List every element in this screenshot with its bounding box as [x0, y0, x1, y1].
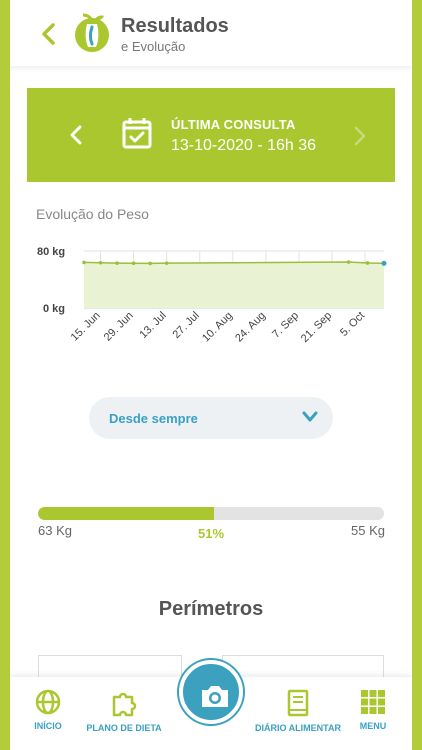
start-weight-label: 63 Kg	[38, 523, 72, 538]
camera-button[interactable]	[179, 660, 243, 724]
data-point	[346, 260, 351, 264]
weight-goal-progress-fill	[38, 507, 215, 520]
x-tick-label: 27. Jul	[170, 310, 201, 341]
weight-evolution-chart: 80 kg 0 kg 15. Jun 29. Jun 13. Jul 27. Jul10.…	[37, 246, 387, 345]
nav-label-inicio: INÍCIO	[34, 721, 62, 731]
x-tick-label: 21. Sep	[299, 310, 334, 345]
x-tick-label: 24. Aug	[233, 310, 268, 345]
nav-label-diario-alimentar: DIÁRIO ALIMENTAR	[255, 723, 341, 733]
weight-goal-progress-bar	[38, 507, 384, 520]
next-consult-icon[interactable]	[353, 126, 367, 146]
app-header: Resultados e Evolução	[10, 0, 412, 66]
data-point	[365, 261, 370, 265]
book-icon	[287, 689, 309, 717]
back-arrow-icon[interactable]	[38, 22, 60, 46]
x-tick-label: 7. Sep	[270, 310, 301, 341]
data-point	[115, 261, 119, 265]
y-tick-label: 80 kg	[37, 246, 65, 258]
period-dropdown-value: Desde sempre	[109, 411, 198, 426]
nav-item-menu[interactable]: MENU	[354, 689, 392, 731]
grid-menu-icon	[361, 690, 385, 714]
chevron-down-icon	[302, 411, 318, 422]
perimeters-section-title: Perímetros	[158, 598, 264, 620]
calendar-check-icon	[122, 118, 152, 149]
nav-item-plano-de-dieta[interactable]: PLANO DE DIETA	[82, 689, 166, 733]
weight-chart-title: Evolução do Peso	[36, 206, 149, 222]
nav-label-menu: MENU	[359, 721, 387, 731]
data-point	[98, 260, 103, 265]
target-weight-label: 55 Kg	[351, 523, 385, 538]
series-area	[84, 262, 384, 308]
x-tick-label: 10. Aug	[200, 310, 235, 345]
data-point	[164, 261, 169, 265]
page-subtitle: e Evolução	[121, 39, 186, 54]
consult-banner: ÚLTIMA CONSULTA 13-10-2020 - 16h 36	[27, 88, 395, 182]
page-title: Resultados	[121, 15, 229, 37]
last-consult-date: 13-10-2020 - 16h 36	[171, 137, 316, 154]
x-tick-label: 15. Jun	[69, 310, 103, 344]
x-tick-label: 13. Jul	[137, 310, 168, 341]
data-point	[82, 260, 86, 265]
puzzle-icon	[112, 692, 137, 717]
app-frame: Resultados e Evolução ÚLTIMA CONSULTA 13…	[10, 0, 412, 750]
y-tick-label: 0 kg	[43, 303, 65, 315]
camera-icon	[202, 686, 228, 707]
nav-item-diario-alimentar[interactable]: DIÁRIO ALIMENTAR	[254, 689, 342, 733]
data-point	[148, 261, 152, 266]
x-tick-label: 5. Oct	[338, 310, 367, 339]
previous-consult-icon[interactable]	[67, 124, 85, 146]
progress-percent-label: 51%	[198, 526, 225, 541]
nav-label-plano-de-dieta: PLANO DE DIETA	[86, 723, 162, 733]
nav-item-inicio[interactable]: INÍCIO	[26, 689, 70, 731]
data-point	[381, 260, 387, 266]
last-consult-label: ÚLTIMA CONSULTA	[171, 117, 296, 132]
data-point	[131, 261, 136, 266]
apple-logo-icon	[75, 13, 109, 52]
globe-icon	[35, 689, 61, 715]
x-tick-label: 29. Jun	[102, 310, 136, 344]
period-dropdown[interactable]: Desde sempre	[89, 397, 333, 439]
